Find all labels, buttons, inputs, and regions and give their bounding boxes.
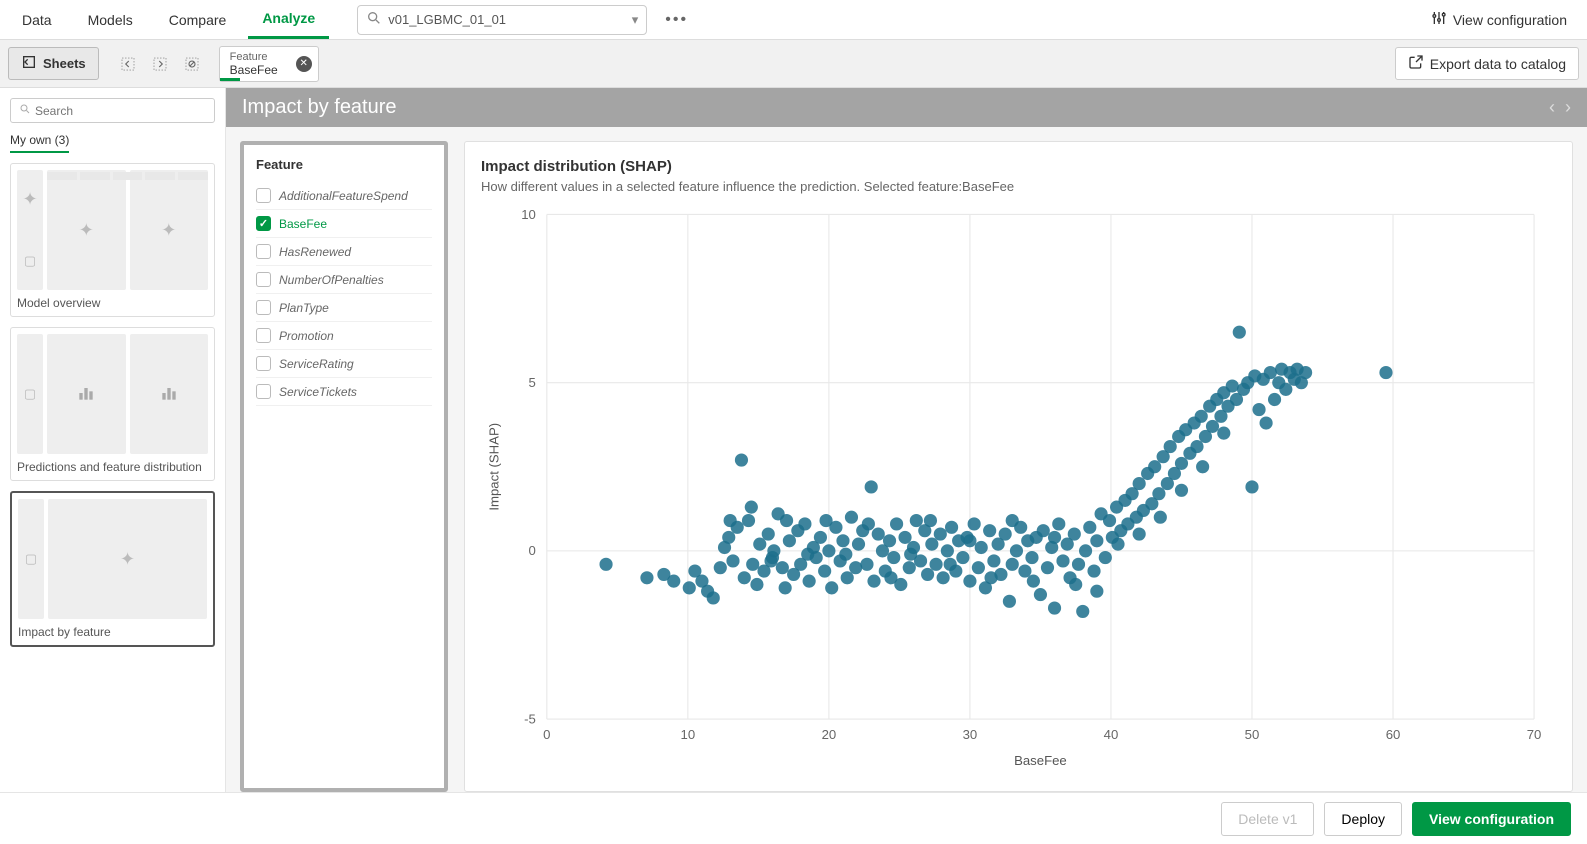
sheet-card-impact-by-feature[interactable]: ▢ ✦ Impact by feature (10, 491, 215, 647)
sheet-title: Impact by feature (242, 96, 397, 119)
sheet-card-label: Impact by feature (18, 625, 207, 639)
checkbox-icon (256, 244, 271, 259)
selection-chip-value: BaseFee (230, 63, 292, 77)
tab-models[interactable]: Models (74, 2, 147, 38)
svg-text:10: 10 (681, 727, 696, 742)
export-data-button[interactable]: Export data to catalog (1395, 47, 1579, 80)
svg-text:BaseFee: BaseFee (1014, 753, 1067, 768)
model-selector[interactable]: ▾ (357, 5, 647, 35)
toolbar: Sheets Feature BaseFee ✕ Export data to … (0, 40, 1587, 88)
feature-item-servicetickets[interactable]: ServiceTickets (256, 378, 432, 406)
chart-subtitle: How different values in a selected featu… (481, 179, 1556, 194)
delete-button: Delete v1 (1221, 802, 1314, 836)
selection-chip-stripe (220, 78, 240, 81)
sheet-title-banner: Impact by feature ‹ › (226, 88, 1587, 127)
chevron-down-icon: ▾ (632, 12, 639, 28)
view-configuration-top-button[interactable]: View configuration (1419, 4, 1579, 35)
feature-item-servicerating[interactable]: ServiceRating (256, 350, 432, 378)
top-tabs-bar: Data Models Compare Analyze ▾ ••• View c… (0, 0, 1587, 40)
export-data-label: Export data to catalog (1430, 56, 1566, 72)
feature-item-hasrenewed[interactable]: HasRenewed (256, 238, 432, 266)
chart-plot-area[interactable]: 0 10 20 30 40 50 60 70 -5 0 5 10 BaseFee Impact (SHAP… (481, 202, 1556, 775)
model-selector-input[interactable] (388, 12, 625, 27)
selection-chip-feature[interactable]: Feature BaseFee ✕ (219, 46, 319, 82)
bar-chart-icon (76, 383, 96, 406)
scatter-chart-svg: 0 10 20 30 40 50 60 70 -5 0 5 10 BaseFee Impact (SHAP… (481, 202, 1556, 775)
puzzle-icon: ✦ (22, 189, 37, 210)
svg-text:0: 0 (543, 727, 550, 742)
export-icon (1408, 54, 1424, 73)
tab-analyze[interactable]: Analyze (248, 0, 329, 39)
sheet-card-model-overview[interactable]: ✦ ▢ ✦ ✦ Model overview (10, 163, 215, 317)
selection-tools (119, 55, 201, 73)
svg-text:50: 50 (1245, 727, 1260, 742)
svg-text:30: 30 (963, 727, 978, 742)
sheet-card-predictions[interactable]: ▢ Predictions and feature distribution (10, 327, 215, 481)
view-configuration-button[interactable]: View configuration (1412, 802, 1571, 836)
svg-text:20: 20 (822, 727, 837, 742)
bar-chart-icon (159, 383, 179, 406)
checkbox-icon (256, 300, 271, 315)
shap-chart-panel: Impact distribution (SHAP) How different… (464, 141, 1573, 792)
sidebar-myown-tab[interactable]: My own (3) (10, 133, 69, 153)
search-icon (19, 103, 31, 118)
feature-item-numberofpenalties[interactable]: NumberOfPenalties (256, 266, 432, 294)
sidebar-search-input[interactable] (35, 104, 206, 118)
deploy-button[interactable]: Deploy (1324, 802, 1402, 836)
more-menu-button[interactable]: ••• (665, 11, 688, 29)
checkbox-icon (256, 188, 271, 203)
tab-compare[interactable]: Compare (155, 2, 241, 38)
checkbox-icon (256, 356, 271, 371)
svg-text:Impact (SHAP): Impact (SHAP) (487, 423, 502, 511)
sheets-sidebar: My own (3) ✦ ▢ ✦ ✦ Model overview ▢ (0, 88, 226, 792)
svg-text:0: 0 (529, 543, 536, 558)
sheets-button[interactable]: Sheets (8, 47, 99, 80)
puzzle-icon: ✦ (161, 220, 176, 241)
chevron-right-icon[interactable]: › (1565, 97, 1571, 118)
chevron-left-icon[interactable]: ‹ (1549, 97, 1555, 118)
chart-title: Impact distribution (SHAP) (481, 158, 1556, 175)
svg-text:60: 60 (1386, 727, 1401, 742)
feature-filter-panel: Feature AdditionalFeatureSpend BaseFee H… (240, 141, 448, 792)
tab-data[interactable]: Data (8, 2, 66, 38)
checkbox-icon (256, 272, 271, 287)
svg-text:40: 40 (1104, 727, 1119, 742)
view-configuration-top-label: View configuration (1453, 12, 1567, 28)
sliders-icon (1431, 10, 1447, 29)
svg-text:5: 5 (529, 375, 536, 390)
svg-text:70: 70 (1527, 727, 1542, 742)
main-area: My own (3) ✦ ▢ ✦ ✦ Model overview ▢ (0, 88, 1587, 792)
sheet-card-label: Predictions and feature distribution (17, 460, 208, 474)
sheets-label: Sheets (43, 56, 86, 71)
close-icon[interactable]: ✕ (296, 56, 312, 72)
card-icon: ▢ (24, 386, 36, 402)
search-icon (366, 10, 382, 29)
svg-text:-5: -5 (524, 711, 536, 726)
selection-back-icon[interactable] (119, 55, 137, 73)
sidebar-search[interactable] (10, 98, 215, 123)
feature-item-additionalfeaturespend[interactable]: AdditionalFeatureSpend (256, 182, 432, 210)
svg-text:10: 10 (521, 207, 536, 222)
content-area: Impact by feature ‹ › Feature Additional… (226, 88, 1587, 792)
feature-item-promotion[interactable]: Promotion (256, 322, 432, 350)
feature-item-plantype[interactable]: PlanType (256, 294, 432, 322)
card-icon: ▢ (24, 253, 36, 269)
checkbox-icon (256, 384, 271, 399)
puzzle-icon: ✦ (120, 549, 135, 570)
checkbox-icon (256, 328, 271, 343)
card-icon: ▢ (25, 551, 37, 567)
selection-clear-icon[interactable] (183, 55, 201, 73)
sheets-icon (21, 54, 37, 73)
checkbox-icon (256, 216, 271, 231)
sheet-card-label: Model overview (17, 296, 208, 310)
puzzle-icon: ✦ (79, 220, 94, 241)
feature-item-basefee[interactable]: BaseFee (256, 210, 432, 238)
selection-forward-icon[interactable] (151, 55, 169, 73)
feature-panel-title: Feature (256, 157, 432, 172)
selection-chip-label: Feature (230, 51, 292, 63)
